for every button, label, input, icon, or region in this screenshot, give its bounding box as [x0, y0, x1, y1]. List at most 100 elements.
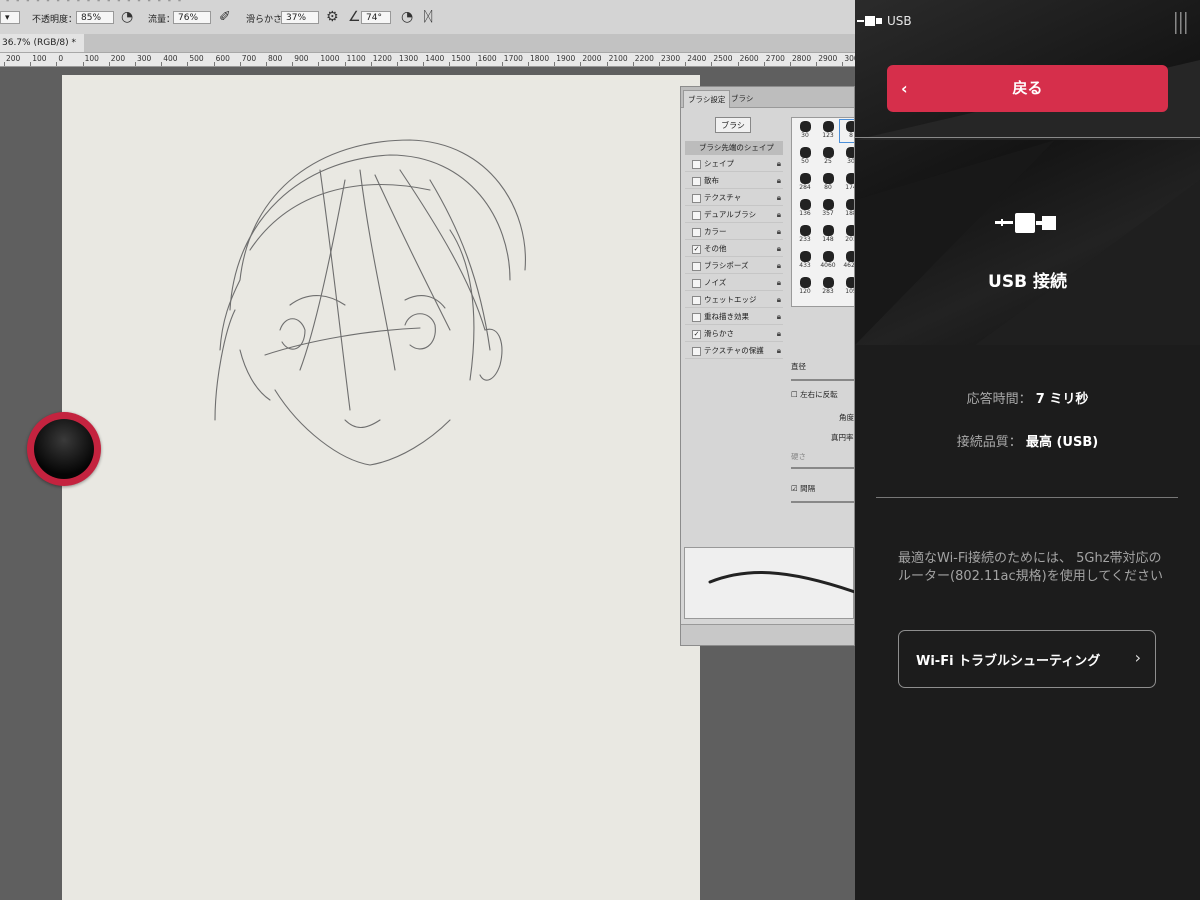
brush-tip-cell[interactable]: 123	[817, 120, 839, 142]
brush-option-item[interactable]: カラー 🔒︎	[685, 224, 783, 240]
brush-option-label: 滑らかさ	[704, 329, 734, 338]
brush-option-label: テクスチャの保護	[704, 346, 764, 355]
brush-tip-icon	[822, 147, 834, 158]
brush-tip-cell[interactable]: 357	[817, 198, 839, 220]
brush-tip-cell[interactable]: 50	[794, 146, 816, 168]
brush-option-checkbox[interactable]	[692, 313, 701, 322]
brush-tip-cell[interactable]: 233	[794, 224, 816, 246]
tab-brush[interactable]: ブラシ	[727, 90, 757, 107]
brush-option-item[interactable]: デュアルブラシ 🔒︎	[685, 207, 783, 223]
brush-option-checkbox[interactable]	[692, 296, 701, 305]
brush-tip-icon	[799, 225, 811, 236]
brush-tip-cell[interactable]: 188	[840, 198, 854, 220]
panel-grip-icon[interactable]	[1174, 12, 1188, 34]
opacity-field[interactable]: 85%	[76, 11, 114, 24]
ruler-tick-label: 1100	[346, 54, 366, 63]
lock-icon[interactable]: 🔒︎	[777, 343, 781, 359]
ruler-tick-label: 400	[163, 54, 178, 63]
lock-icon[interactable]: 🔒︎	[777, 292, 781, 308]
brush-tip-cell[interactable]: 30	[794, 120, 816, 142]
brush-option-item[interactable]: 散布 🔒︎	[685, 173, 783, 189]
brush-tip-cell[interactable]: 80	[817, 172, 839, 194]
roundness-label: 真円率	[831, 433, 854, 442]
lock-icon[interactable]: 🔒︎	[777, 241, 781, 257]
brush-option-item[interactable]: シェイプ 🔒︎	[685, 156, 783, 172]
brush-option-item[interactable]: ウェットエッジ 🔒︎	[685, 292, 783, 308]
ruler-tick-mark	[397, 62, 398, 66]
brush-option-checkbox[interactable]: ✓	[692, 245, 701, 254]
brush-tip-cell[interactable]: 4060	[817, 250, 839, 272]
diameter-slider[interactable]	[791, 379, 854, 381]
brush-stroke-preview	[684, 547, 854, 619]
brush-tip-size: 174	[845, 184, 854, 191]
brush-panel-footer	[681, 624, 854, 645]
ruler-tick-mark	[816, 62, 818, 66]
pressure-opacity-icon[interactable]: ◔	[121, 9, 133, 25]
back-button[interactable]: ‹ 戻る	[887, 65, 1168, 112]
brush-tip-cell[interactable]: 433	[794, 250, 816, 272]
brush-tip-cell[interactable]: 148	[817, 224, 839, 246]
ruler-tick-mark	[239, 62, 241, 66]
flow-field[interactable]: 76%	[173, 11, 211, 24]
brush-tip-cell[interactable]: 120	[794, 276, 816, 298]
ruler-tick-label: 100	[32, 54, 47, 63]
airbrush-icon[interactable]: ✐	[219, 9, 231, 25]
lock-icon[interactable]: 🔒︎	[777, 275, 781, 291]
smoothing-settings-gear-icon[interactable]: ⚙	[326, 9, 339, 25]
brush-option-item[interactable]: ブラシポーズ 🔒︎	[685, 258, 783, 274]
floating-menu-button[interactable]	[27, 412, 101, 486]
brush-option-item[interactable]: テクスチャの保護 🔒︎	[685, 343, 783, 359]
brush-option-checkbox[interactable]	[692, 177, 701, 186]
brush-tip-icon	[822, 277, 834, 288]
brush-option-checkbox[interactable]	[692, 211, 701, 220]
brush-option-checkbox[interactable]	[692, 262, 701, 271]
brush-tip-cell[interactable]: 174	[840, 172, 854, 194]
brush-tip-cell[interactable]: 25	[817, 146, 839, 168]
spacing-checkbox[interactable]: ☑ 間隔	[791, 483, 815, 494]
lock-icon[interactable]: 🔒︎	[777, 258, 781, 274]
brush-option-item[interactable]: ノイズ 🔒︎	[685, 275, 783, 291]
brush-presets-button[interactable]: ブラシ	[715, 117, 751, 133]
brush-option-checkbox[interactable]	[692, 279, 701, 288]
lock-icon[interactable]: 🔒︎	[777, 224, 781, 240]
brush-tip-cell[interactable]: 8	[839, 119, 854, 143]
brush-option-checkbox[interactable]: ✓	[692, 330, 701, 339]
brush-option-checkbox[interactable]	[692, 228, 701, 237]
lock-icon[interactable]: 🔒︎	[777, 173, 781, 189]
brush-tip-cell[interactable]: 283	[817, 276, 839, 298]
brush-option-item[interactable]: 重ね描き効果 🔒︎	[685, 309, 783, 325]
brush-tip-cell[interactable]: 30	[840, 146, 854, 168]
brush-option-checkbox[interactable]	[692, 347, 701, 356]
brush-tip-grid: 30 123 8 50 25 30 284 80 174 136 357 188 233 148 201 43…	[791, 117, 854, 307]
brush-option-checkbox[interactable]	[692, 160, 701, 169]
pressure-size-icon[interactable]: ◔	[401, 9, 413, 25]
brush-option-item[interactable]: ✓ 滑らかさ 🔒︎	[685, 326, 783, 342]
brush-option-item[interactable]: テクスチャ 🔒︎	[685, 190, 783, 206]
angle-field[interactable]: 74°	[361, 11, 391, 24]
brush-option-label: ノイズ	[704, 278, 727, 287]
flip-x-checkbox[interactable]: ☐ 左右に反転	[791, 389, 838, 400]
brush-tip-cell[interactable]: 201	[840, 224, 854, 246]
lock-icon[interactable]: 🔒︎	[777, 207, 781, 223]
tab-brush-settings[interactable]: ブラシ設定	[683, 90, 731, 108]
brush-tip-cell[interactable]: 136	[794, 198, 816, 220]
lock-icon[interactable]: 🔒︎	[777, 190, 781, 206]
brush-tip-cell[interactable]: 4625	[840, 250, 854, 272]
smoothing-field[interactable]: 37%	[281, 11, 319, 24]
brush-tip-cell[interactable]: 284	[794, 172, 816, 194]
brush-tip-shape-item[interactable]: ブラシ先端のシェイプ	[685, 141, 783, 155]
mode-dropdown[interactable]: ▾	[0, 11, 20, 24]
wifi-troubleshooting-button[interactable]: Wi-Fi トラブルシューティング ›	[898, 630, 1156, 688]
brush-tip-icon	[845, 225, 854, 236]
symmetry-butterfly-icon[interactable]: ᛞ	[424, 9, 432, 25]
brush-option-checkbox[interactable]	[692, 194, 701, 203]
lock-icon[interactable]: 🔒︎	[777, 156, 781, 172]
brush-option-item[interactable]: ✓ その他 🔒︎	[685, 241, 783, 257]
lock-icon[interactable]: 🔒︎	[777, 309, 781, 325]
document-tab[interactable]: 36.7% (RGB/8) * ×	[0, 34, 84, 66]
brush-tip-cell[interactable]: 105	[840, 276, 854, 298]
hardness-slider[interactable]	[791, 467, 854, 469]
ruler-tick-label: 2400	[687, 54, 707, 63]
spacing-slider[interactable]	[791, 501, 854, 503]
lock-icon[interactable]: 🔒︎	[777, 326, 781, 342]
